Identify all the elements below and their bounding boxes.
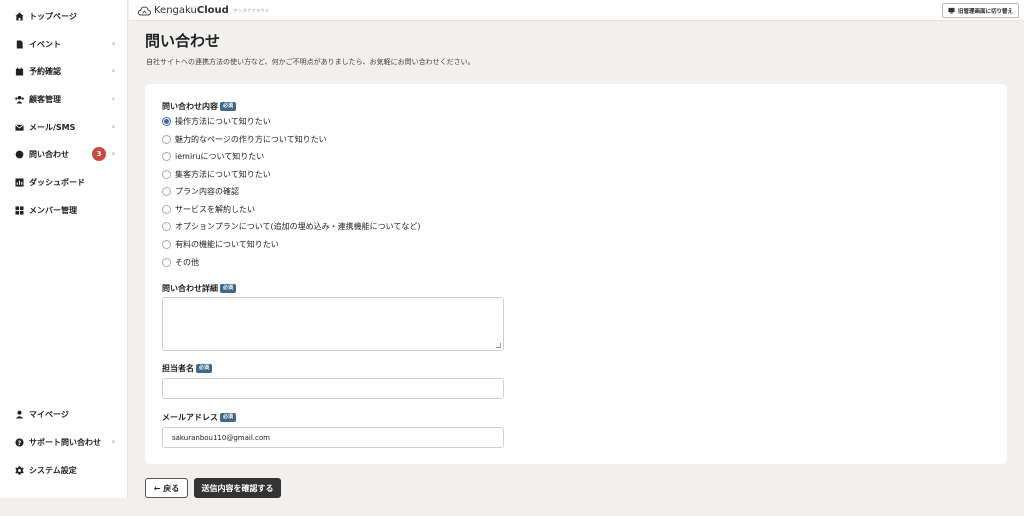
sidebar-item-dashboard[interactable]: ダッシュボード (0, 171, 128, 193)
help-icon: ? (14, 437, 24, 447)
switch-legacy-admin-button[interactable]: 旧管理画面に切り替え (941, 3, 1019, 18)
sidebar-item-label: ダッシュボード (29, 177, 85, 187)
sidebar-item-members[interactable]: メンバー管理 (0, 199, 128, 221)
gear-icon (14, 465, 24, 475)
radio-button[interactable] (162, 151, 171, 161)
person-name-input[interactable] (162, 378, 504, 399)
sidebar-item-label: イベント (29, 39, 61, 49)
chat-icon (14, 149, 24, 159)
logo[interactable]: KengakuCloud ケンガククラウド (138, 5, 270, 16)
radio-button[interactable] (162, 257, 171, 267)
sidebar-item-label: トップページ (29, 11, 77, 21)
sidebar-item-label: 顧客管理 (29, 94, 61, 104)
inquiry-type-label: 問い合わせ内容 必須 (162, 101, 237, 112)
radio-button[interactable] (162, 116, 171, 126)
radio-option[interactable]: オプションプランについて(追加の埋め込み・連携機能についてなど) (162, 220, 421, 232)
cloud-logo-icon (138, 5, 151, 15)
sidebar-item-reservation[interactable]: 予約確認 › (0, 60, 128, 82)
radio-option[interactable]: iemiruについて知りたい (162, 150, 264, 162)
radio-option[interactable]: プラン内容の確認 (162, 185, 239, 197)
grid-icon (14, 205, 24, 215)
radio-button[interactable] (162, 186, 171, 196)
radio-button[interactable] (162, 134, 171, 144)
radio-option[interactable]: その他 (162, 256, 199, 268)
logo-text: KengakuCloud (154, 5, 229, 16)
top-bar: KengakuCloud ケンガククラウド 旧管理画面に切り替え (129, 0, 1024, 21)
sidebar: トップページ イベント › 予約確認 › 顧客管理 › メール/SMS › 問い… (0, 0, 128, 498)
sidebar-item-label: 問い合わせ (29, 149, 69, 159)
chevron-right-icon: › (111, 149, 115, 158)
radio-option[interactable]: サービスを解約したい (162, 203, 255, 215)
radio-button[interactable] (162, 204, 171, 214)
radio-option[interactable]: 魅力的なページの作り方について知りたい (162, 133, 327, 145)
sidebar-item-mail[interactable]: メール/SMS › (0, 116, 128, 138)
radio-button[interactable] (162, 221, 171, 231)
sidebar-item-event[interactable]: イベント › (0, 33, 128, 55)
chart-icon (14, 177, 24, 187)
person-icon (14, 409, 24, 419)
switch-icon (948, 7, 955, 14)
required-tag: 必須 (196, 364, 213, 373)
back-button[interactable]: ← 戻る (145, 478, 188, 498)
chevron-right-icon: › (111, 39, 115, 48)
page-description: 自社サイトへの連携方法の使い方など、何かご不明点がありましたら、お気軽にお問い合… (146, 58, 475, 66)
sidebar-item-label: サポート問い合わせ (29, 437, 101, 447)
page-title: 問い合わせ (145, 32, 221, 50)
sidebar-item-mypage[interactable]: マイページ (0, 403, 128, 425)
person-name-label: 担当者名 必須 (162, 363, 213, 374)
radio-button[interactable] (162, 239, 171, 249)
mail-icon (14, 122, 24, 132)
required-tag: 必須 (220, 102, 237, 111)
svg-text:?: ? (17, 439, 21, 446)
details-textarea[interactable] (162, 297, 504, 351)
chevron-right-icon: › (111, 94, 115, 103)
sidebar-item-label: 予約確認 (29, 66, 61, 76)
home-icon (14, 11, 24, 21)
sidebar-item-support[interactable]: ? サポート問い合わせ › (0, 431, 128, 453)
sidebar-item-label: システム設定 (29, 465, 77, 475)
sidebar-item-top[interactable]: トップページ (0, 5, 128, 27)
sidebar-item-settings[interactable]: システム設定 (0, 459, 128, 481)
document-icon (14, 39, 24, 49)
chevron-right-icon: › (111, 122, 115, 131)
details-label: 問い合わせ詳細 必須 (162, 283, 237, 294)
radio-option[interactable]: 有料の機能について知りたい (162, 238, 279, 250)
sidebar-item-label: メンバー管理 (29, 205, 77, 215)
required-tag: 必須 (220, 413, 237, 422)
confirm-submit-button[interactable]: 送信内容を確認する (194, 478, 281, 498)
notification-badge: 3 (92, 147, 106, 161)
radio-option[interactable]: 操作方法について知りたい (162, 115, 271, 127)
radio-option[interactable]: 集客方法について知りたい (162, 168, 271, 180)
sidebar-item-label: マイページ (29, 409, 69, 419)
email-input[interactable]: sakuranbou110@gmail.com (162, 427, 504, 448)
calendar-icon (14, 66, 24, 76)
radio-button[interactable] (162, 169, 171, 179)
logo-subtitle: ケンガククラウド (233, 7, 270, 13)
sidebar-item-label: メール/SMS (29, 122, 76, 132)
email-label: メールアドレス 必須 (162, 412, 237, 423)
resize-handle[interactable] (496, 343, 501, 348)
chevron-right-icon: › (111, 66, 115, 75)
required-tag: 必須 (220, 284, 237, 293)
sidebar-item-inquiry[interactable]: 問い合わせ 3 › (0, 143, 128, 165)
sidebar-item-customers[interactable]: 顧客管理 › (0, 88, 128, 110)
chevron-right-icon: › (111, 437, 115, 446)
users-icon (14, 94, 24, 104)
